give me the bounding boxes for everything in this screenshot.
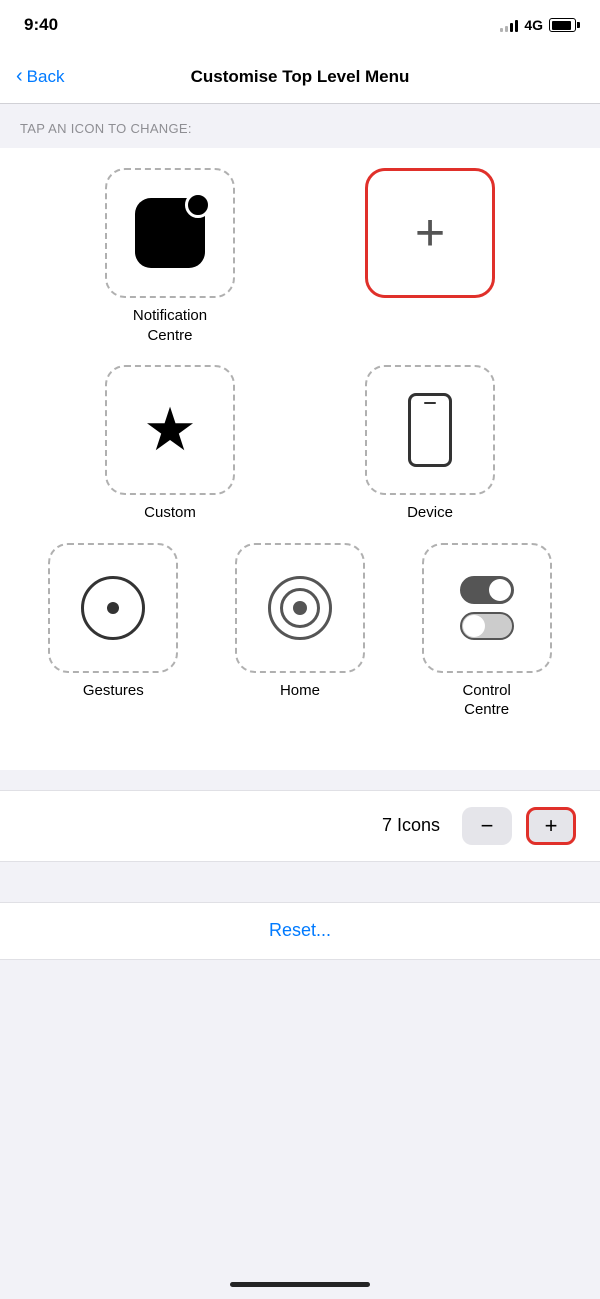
icon-label-gestures: Gestures — [83, 681, 144, 701]
gestures-icon — [81, 576, 145, 640]
icon-label-custom: Custom — [144, 503, 196, 523]
bottom-section: 7 Icons − + Reset... — [0, 770, 600, 1240]
reset-section: Reset... — [0, 902, 600, 960]
icon-count-text: 7 Icons — [382, 815, 440, 836]
section-header: TAP AN ICON TO CHANGE: — [0, 104, 600, 148]
status-time: 9:40 — [24, 15, 58, 35]
home-icon — [268, 576, 332, 640]
icon-box-notification-centre[interactable] — [105, 168, 235, 298]
icons-row-2: ★ Custom Device — [30, 365, 570, 523]
bottom-space — [0, 960, 600, 1240]
page-title: Customise Top Level Menu — [16, 67, 584, 87]
icon-cell-gestures[interactable]: Gestures — [48, 543, 178, 720]
separator-2 — [0, 862, 600, 882]
status-bar: 9:40 4G — [0, 0, 600, 50]
icons-container: NotificationCentre + ★ Custom Device — [0, 148, 600, 770]
icon-cell-device[interactable]: Device — [365, 365, 495, 523]
icon-label-control-centre: ControlCentre — [462, 681, 510, 720]
icon-cell-add-new[interactable]: + — [365, 168, 495, 345]
icon-cell-home[interactable]: Home — [235, 543, 365, 720]
notification-centre-icon — [135, 198, 205, 268]
icon-cell-control-centre[interactable]: ControlCentre — [422, 543, 552, 720]
status-icons: 4G — [500, 17, 576, 33]
increase-count-button[interactable]: + — [526, 807, 576, 845]
icon-cell-notification-centre[interactable]: NotificationCentre — [105, 168, 235, 345]
section-header-text: TAP AN ICON TO CHANGE: — [20, 121, 192, 136]
icon-box-custom[interactable]: ★ — [105, 365, 235, 495]
icon-label-home: Home — [280, 681, 320, 701]
icon-cell-custom[interactable]: ★ Custom — [105, 365, 235, 523]
signal-icon — [500, 18, 518, 32]
reset-button[interactable]: Reset... — [269, 920, 331, 941]
device-icon — [408, 393, 452, 467]
star-icon: ★ — [143, 400, 197, 460]
separator — [0, 770, 600, 790]
nav-bar: ‹ Back Customise Top Level Menu — [0, 50, 600, 104]
icon-box-home[interactable] — [235, 543, 365, 673]
icons-row-1: NotificationCentre + — [30, 168, 570, 345]
icon-label-notification-centre: NotificationCentre — [133, 306, 207, 345]
home-indicator — [230, 1282, 370, 1287]
network-type: 4G — [524, 17, 543, 33]
icons-row-3: Gestures Home — [30, 543, 570, 720]
plus-icon: + — [415, 207, 445, 259]
battery-icon — [549, 18, 576, 32]
icon-label-device: Device — [407, 503, 453, 523]
icon-box-add-new[interactable]: + — [365, 168, 495, 298]
icon-box-gestures[interactable] — [48, 543, 178, 673]
decrease-count-button[interactable]: − — [462, 807, 512, 845]
icon-box-control-centre[interactable] — [422, 543, 552, 673]
icon-box-device[interactable] — [365, 365, 495, 495]
control-centre-icon — [460, 576, 514, 640]
icon-count-bar: 7 Icons − + — [0, 790, 600, 862]
